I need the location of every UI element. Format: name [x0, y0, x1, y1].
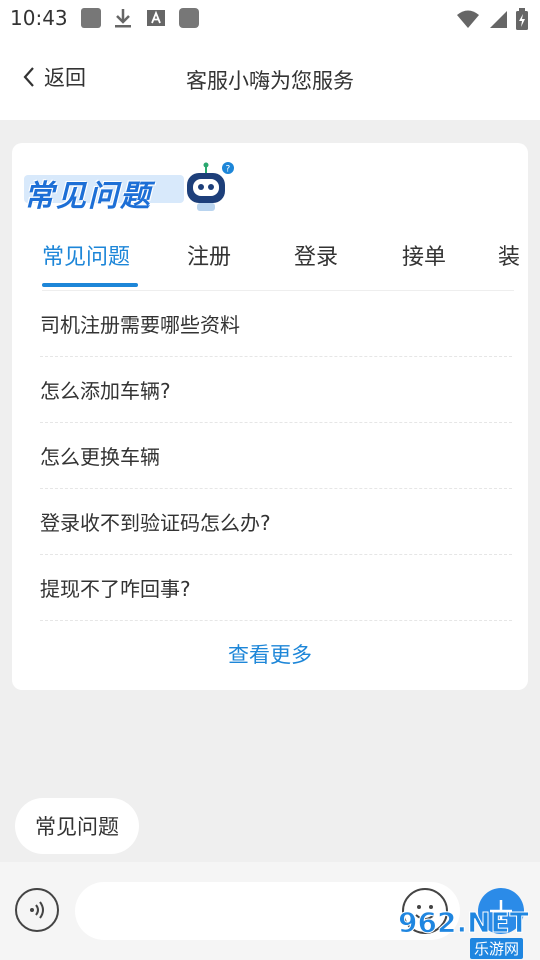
view-more-link[interactable]: 查看更多	[12, 639, 528, 669]
faq-item-label: 怎么添加车辆?	[40, 379, 171, 403]
tab-register[interactable]: 注册	[187, 239, 231, 271]
faq-item-label: 登录收不到验证码怎么办?	[40, 511, 271, 535]
watermark: 962.NET 乐游网	[398, 906, 540, 960]
faq-item[interactable]: 登录收不到验证码怎么办?	[40, 489, 512, 555]
signal-icon	[490, 11, 507, 28]
page-title: 客服小嗨为您服务	[186, 69, 354, 93]
voice-button[interactable]	[15, 888, 59, 932]
faq-item-label: 怎么更换车辆	[40, 445, 160, 469]
tab-common-questions[interactable]: 常见问题	[42, 239, 130, 271]
faq-item[interactable]: 怎么更换车辆	[40, 423, 512, 489]
tab-loading[interactable]: 装	[498, 239, 520, 271]
faq-card: 常见问题 ? 常见问题 注册 登录 接单 装 司机注册需要哪些资料 怎么添加车辆…	[12, 143, 528, 690]
header: 返回 客服小嗨为您服务	[0, 38, 540, 120]
active-tab-indicator	[42, 283, 138, 287]
faq-banner-title: 常见问题	[24, 179, 152, 214]
faq-item[interactable]: 提现不了咋回事?	[40, 555, 512, 621]
wifi-icon	[457, 10, 479, 28]
text-a-icon	[147, 10, 165, 26]
faq-item-label: 提现不了咋回事?	[40, 577, 191, 601]
faq-list: 司机注册需要哪些资料 怎么添加车辆? 怎么更换车辆 登录收不到验证码怎么办? 提…	[12, 291, 528, 621]
tab-accept-order[interactable]: 接单	[402, 239, 446, 271]
watermark-bottom-text: 乐游网	[470, 938, 524, 959]
svg-text:?: ?	[226, 165, 231, 175]
notification-square-icon	[81, 8, 101, 28]
tab-login[interactable]: 登录	[294, 239, 338, 271]
download-icon	[115, 9, 131, 28]
faq-banner: 常见问题 ?	[24, 153, 234, 214]
voice-icon	[30, 901, 44, 919]
faq-tabs: 常见问题 注册 登录 接单 装	[12, 229, 528, 291]
status-bar: 10:43	[0, 0, 540, 38]
status-time: 10:43	[10, 6, 68, 30]
faq-item[interactable]: 怎么添加车辆?	[40, 357, 512, 423]
faq-item[interactable]: 司机注册需要哪些资料	[40, 291, 512, 357]
faq-item-label: 司机注册需要哪些资料	[40, 313, 240, 337]
notification-square-icon	[179, 8, 199, 28]
battery-icon	[516, 8, 528, 30]
chat-quick-reply-bubble[interactable]: 常见问题	[15, 798, 139, 854]
robot-icon: ?	[187, 162, 234, 211]
watermark-top-text: 962.NET	[398, 906, 530, 940]
